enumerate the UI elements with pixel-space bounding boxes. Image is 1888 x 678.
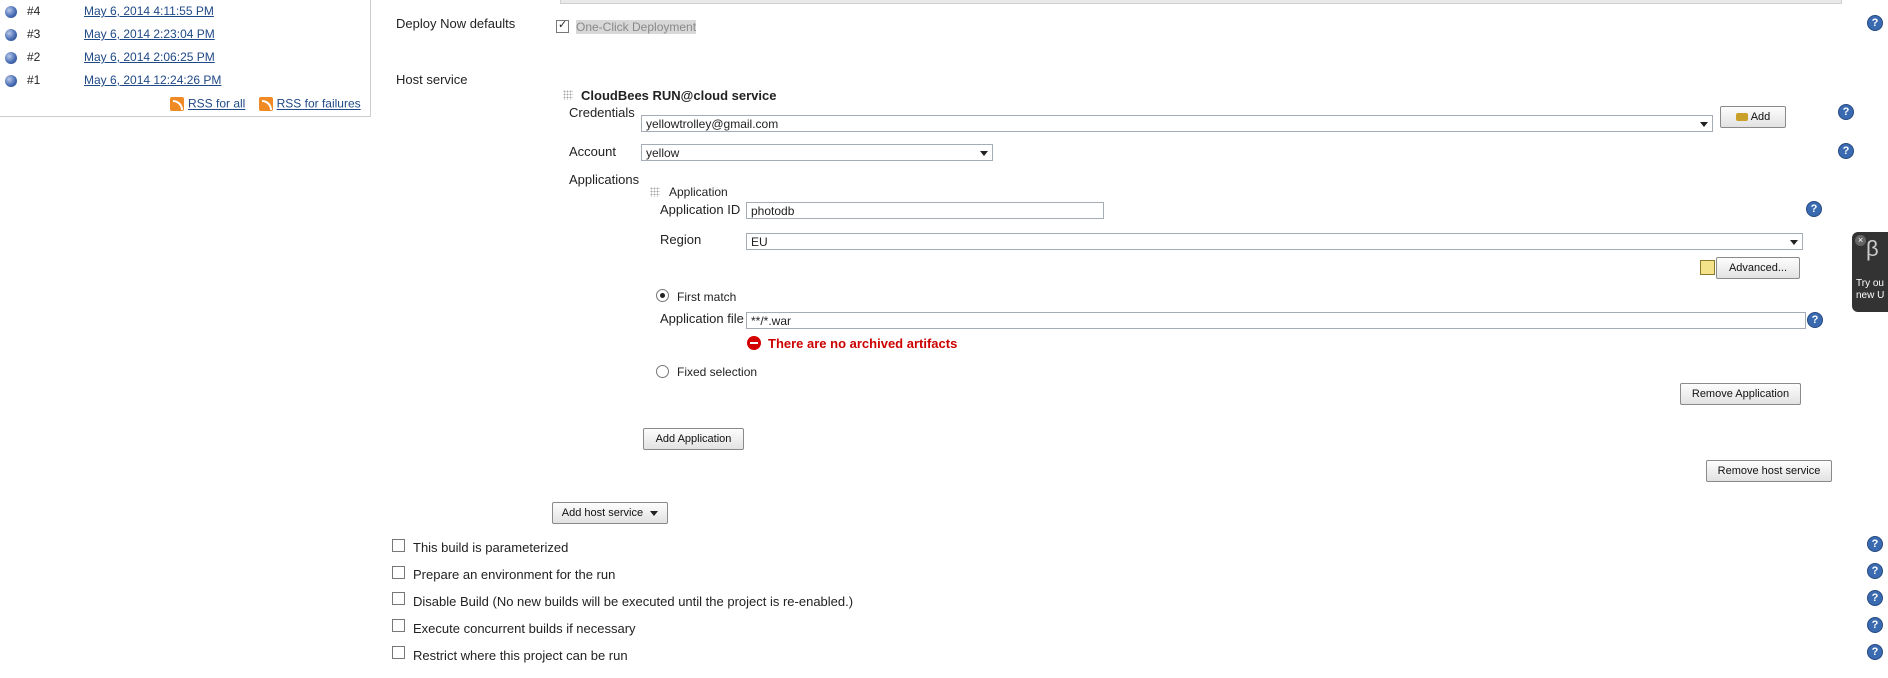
advanced-button[interactable]: Advanced... [1716,257,1800,279]
application-file-input[interactable]: **/*.war [746,312,1806,329]
option-label: Restrict where this project can be run [413,648,628,663]
credentials-value: yellowtrolley@gmail.com [646,117,779,131]
add-host-service-label: Add host service [561,507,644,519]
rss-links: RSS for all RSS for failures [170,95,361,111]
parameterized-checkbox[interactable] [392,539,405,552]
first-match-radio[interactable] [656,289,669,302]
build-number: #2 [27,50,41,64]
close-icon[interactable]: × [1855,235,1866,246]
remove-application-button[interactable]: Remove Application [1680,383,1801,405]
region-value: EU [751,235,768,249]
application-id-label: Application ID [660,202,741,217]
disable-build-checkbox[interactable] [392,592,405,605]
help-icon[interactable]: ? [1838,143,1854,159]
help-icon[interactable]: ? [1867,563,1883,579]
option-label: Prepare an environment for the run [413,567,616,582]
build-status-icon [5,75,17,87]
remove-host-service-button[interactable]: Remove host service [1706,460,1832,482]
first-match-label: First match [677,290,737,304]
chevron-down-icon [1790,240,1798,245]
build-status-icon [5,29,17,41]
region-select[interactable]: EU [746,233,1803,250]
build-row: #1 May 6, 2014 12:24:26 PM [0,71,360,91]
build-date-link[interactable]: May 6, 2014 2:06:25 PM [84,50,215,64]
rss-icon [258,96,273,111]
fixed-selection-radio[interactable] [656,365,669,378]
one-click-checkbox[interactable] [556,18,569,33]
region-label: Region [660,232,702,247]
help-icon[interactable]: ? [1867,536,1883,552]
rss-all-link[interactable]: RSS for all [188,97,245,111]
build-status-icon [5,6,17,18]
applications-label: Applications [569,172,640,187]
help-icon[interactable]: ? [1838,104,1854,120]
credentials-label: Credentials [569,105,635,120]
rss-icon [170,96,184,111]
service-title: CloudBees RUN@cloud service [581,88,777,103]
help-icon[interactable]: ? [1806,201,1822,217]
add-application-button[interactable]: Add Application [643,428,744,450]
build-row: #3 May 6, 2014 2:23:04 PM [0,25,360,45]
error-message: There are no archived artifacts [768,336,958,351]
add-label: Add [1750,111,1771,123]
beta-symbol: β [1866,236,1879,261]
prepare-environment-checkbox[interactable] [392,566,405,579]
build-history-panel: #4 May 6, 2014 4:11:55 PM #3 May 6, 2014… [0,0,371,117]
help-icon[interactable]: ? [1807,312,1823,328]
chevron-down-icon [650,510,659,516]
account-label: Account [569,144,616,159]
application-file-value: **/*.war [751,314,792,328]
add-host-service-button[interactable]: Add host service [552,502,668,524]
application-id-value: photodb [751,204,795,218]
host-service-label: Host service [396,72,468,87]
account-value: yellow [646,146,680,160]
application-file-label: Application file [660,311,744,326]
error-icon [747,336,761,350]
application-title: Application [669,185,728,199]
chevron-down-icon [980,151,988,156]
build-date-link[interactable]: May 6, 2014 12:24:26 PM [84,73,221,87]
option-label: Disable Build (No new builds will be exe… [413,594,854,609]
beta-feedback-tab[interactable]: × β Try ou new U [1852,232,1888,312]
key-icon [1735,113,1748,122]
beta-text: Try ou [1856,278,1884,289]
help-icon[interactable]: ? [1867,15,1883,31]
one-click-label: One-Click Deployment [576,20,697,34]
build-date-link[interactable]: May 6, 2014 2:23:04 PM [84,27,215,41]
concurrent-builds-checkbox[interactable] [392,619,405,632]
beta-text: new U [1856,290,1885,301]
restrict-project-checkbox[interactable] [392,646,405,659]
build-number: #4 [27,4,41,18]
edit-icon[interactable] [1700,260,1715,275]
credentials-select[interactable]: yellowtrolley@gmail.com [641,115,1713,132]
account-select[interactable]: yellow [641,144,993,161]
drag-handle-icon[interactable] [563,90,573,100]
build-status-icon [5,52,17,64]
build-number: #1 [27,73,41,87]
build-date-link[interactable]: May 6, 2014 4:11:55 PM [84,4,214,18]
chevron-down-icon [1700,122,1708,127]
help-icon[interactable]: ? [1867,617,1883,633]
build-row: #4 May 6, 2014 4:11:55 PM [0,2,360,22]
rss-failures-link[interactable]: RSS for failures [277,97,361,111]
help-icon[interactable]: ? [1867,644,1883,660]
help-icon[interactable]: ? [1867,590,1883,606]
add-credentials-button[interactable]: Add [1720,106,1786,128]
build-number: #3 [27,27,41,41]
deploy-now-label: Deploy Now defaults [396,16,516,31]
fixed-selection-label: Fixed selection [677,365,758,379]
drag-handle-icon[interactable] [650,187,660,197]
application-id-input[interactable]: photodb [746,202,1104,219]
top-scroll-bar[interactable] [560,0,1842,4]
option-label: Execute concurrent builds if necessary [413,621,636,636]
option-label: This build is parameterized [413,540,569,555]
build-row: #2 May 6, 2014 2:06:25 PM [0,48,360,68]
